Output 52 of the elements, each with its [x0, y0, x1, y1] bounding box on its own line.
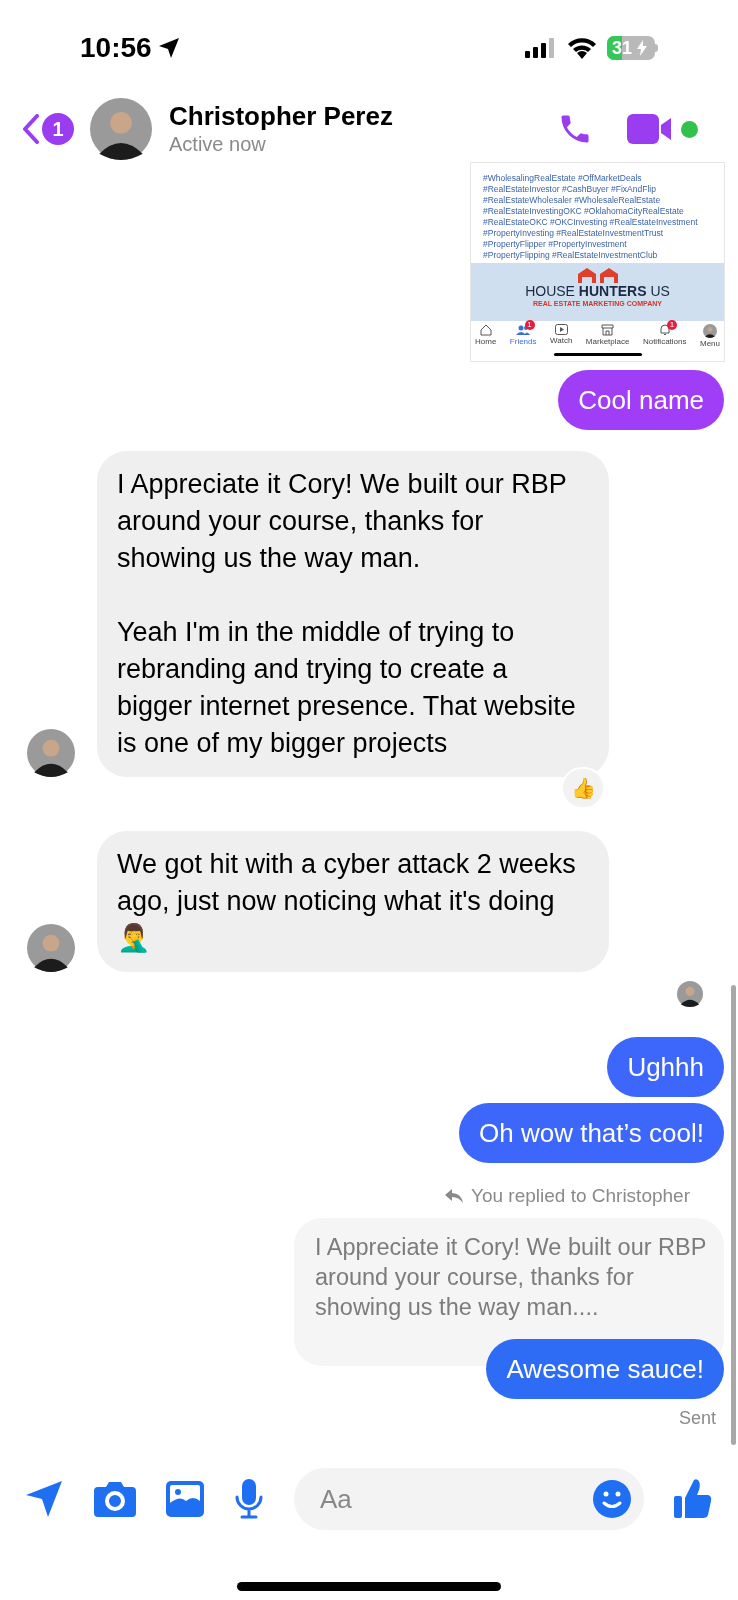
profile-avatar: [703, 324, 717, 338]
back-button[interactable]: 1: [22, 113, 74, 145]
received-message-bubble: We got hit with a cyber attack 2 weeks ago, just now noticing what it's doing 🤦‍♂: [97, 831, 609, 972]
notification-badge: 1: [666, 320, 677, 330]
reply-icon: [445, 1189, 463, 1203]
house-logo-icon: [575, 267, 620, 283]
hashtag-line: #WholesalingRealEstate #OffMarketDeals: [483, 173, 643, 184]
home-icon: [479, 324, 492, 336]
hashtag-line: #PropertyInvesting #RealEstateInvestmentTrust: [483, 228, 665, 239]
store-icon: [601, 324, 615, 336]
sent-message-bubble: Ughhh: [607, 1037, 724, 1097]
signal-icon: [525, 38, 557, 58]
notification-badge: 1: [524, 320, 535, 330]
hashtag-line: #RealEstateOKC #OKCInvesting #RealEstateInvestment: [483, 217, 699, 228]
active-status: Active now: [169, 132, 267, 157]
reaction-badge: 👍: [561, 767, 605, 809]
bell-icon: [658, 324, 671, 336]
reply-label: You replied to Christopher: [471, 1184, 690, 1208]
back-chevron-icon: [22, 114, 40, 144]
read-receipt-avatar: [677, 981, 703, 1007]
thumbs-up-icon[interactable]: [674, 1478, 712, 1520]
hashtag-line: #RealEstateInvestingOKC #OklahomaCityRealEstate: [483, 206, 685, 217]
shared-screenshot[interactable]: [470, 162, 725, 362]
logo-text: HOUSE HUNTERS US: [525, 283, 670, 300]
contact-name[interactable]: Christopher Perez: [169, 101, 393, 131]
video-camera-icon[interactable]: [627, 114, 673, 144]
location-arrow-icon: [157, 37, 180, 59]
hashtag-line: #PropertyFlipping #RealEstateInvestmentClub: [483, 250, 659, 261]
contact-avatar: [90, 98, 152, 160]
charging-bolt-icon: [637, 40, 647, 56]
unread-badge: 1: [42, 113, 74, 145]
hashtag-line: #PropertyFlipper #PropertyInvestment: [483, 239, 628, 250]
microphone-icon[interactable]: [234, 1479, 264, 1519]
nav-tab[interactable]: Menu: [700, 324, 720, 348]
clock-time: 10:56: [80, 31, 152, 65]
battery-indicator: 31: [607, 36, 658, 60]
sent-message-bubble: Oh wow that’s cool!: [459, 1103, 724, 1163]
location-arrow-icon[interactable]: [24, 1479, 64, 1519]
emoji-icon[interactable]: [592, 1479, 632, 1519]
camera-icon[interactable]: [94, 1481, 136, 1517]
play-icon: [554, 324, 568, 335]
wifi-icon: [567, 37, 597, 59]
delivery-status: Sent: [678, 1407, 716, 1429]
received-message-bubble: I Appreciate it Cory! We built our RBP around your course, thanks for showing us the way man. Yeah I'm in the middle of trying to rebranding and trying to create a bigger internet presence. That website is one of my bigger projects: [97, 451, 609, 777]
image-icon[interactable]: [166, 1481, 204, 1517]
sent-message-bubble: Cool name: [558, 370, 724, 430]
nav-tab[interactable]: Marketplace: [585, 324, 630, 348]
nav-tab[interactable]: Home: [475, 324, 497, 348]
hashtag-line: #RealEstateWholesaler #WholesaleRealEstate: [483, 195, 662, 206]
hashtag-line: #RealEstateInvestor #CashBuyer #FixAndFlip: [483, 184, 657, 195]
message-input[interactable]: Aa: [294, 1468, 644, 1530]
nav-tab[interactable]: Watch: [550, 324, 573, 348]
